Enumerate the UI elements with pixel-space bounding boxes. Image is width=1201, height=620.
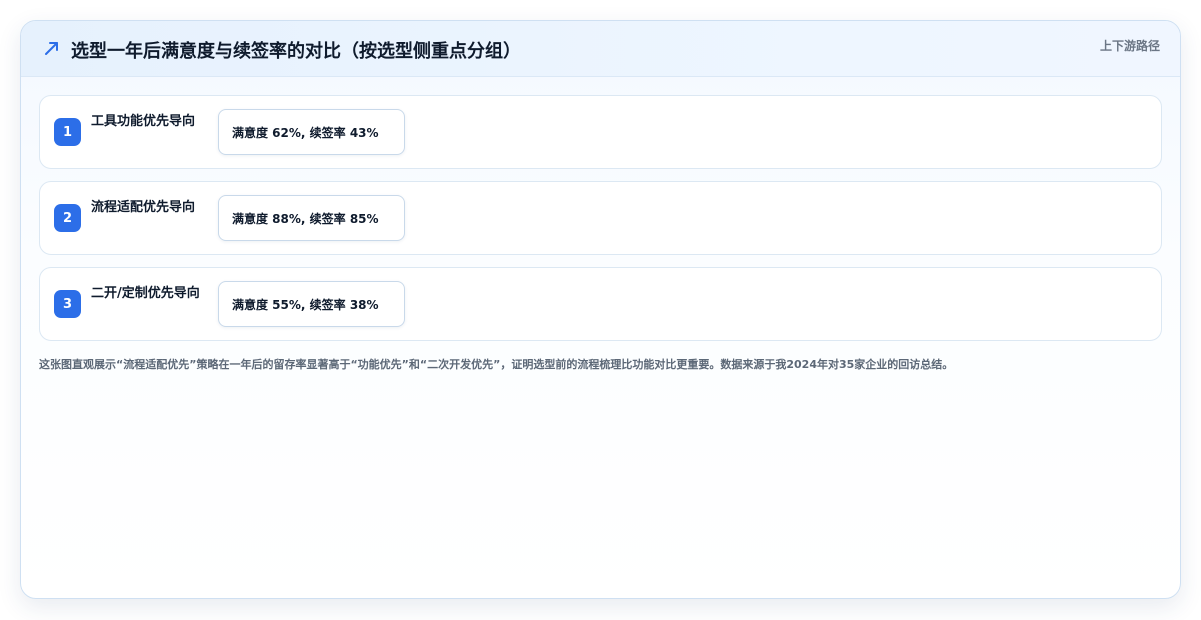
group-label: 流程适配优先导向 (91, 200, 196, 215)
path-tag: 上下游路径 (1099, 39, 1160, 53)
group-row-custom-first: 3 二开/定制优先导向 满意度 55%, 续签率 38% (39, 267, 1162, 341)
metric-value: 满意度 88%, 续签率 85% (218, 195, 405, 241)
group-label: 工具功能优先导向 (91, 114, 196, 129)
index-badge: 2 (54, 204, 81, 232)
index-badge: 1 (54, 118, 81, 146)
metric-value: 满意度 55%, 续签率 38% (218, 281, 405, 327)
group-list: 1 工具功能优先导向 满意度 62%, 续签率 43% 2 流程适配优先导向 满… (39, 95, 1162, 353)
group-row-tool-first: 1 工具功能优先导向 满意度 62%, 续签率 43% (39, 95, 1162, 169)
metric-value: 满意度 62%, 续签率 43% (218, 109, 405, 155)
summary-note: 这张图直观展示“流程适配优先”策略在一年后的留存率显著高于“功能优先”和“二次开… (39, 358, 954, 371)
index-badge: 3 (54, 290, 81, 318)
group-label: 二开/定制优先导向 (91, 286, 200, 301)
page-title: 选型一年后满意度与续签率的对比（按选型侧重点分组） (71, 41, 521, 62)
card-header: 选型一年后满意度与续签率的对比（按选型侧重点分组） 上下游路径 (21, 21, 1180, 77)
group-row-process-first: 2 流程适配优先导向 满意度 88%, 续签率 85% (39, 181, 1162, 255)
trend-arrow-icon (45, 42, 58, 55)
comparison-card: 选型一年后满意度与续签率的对比（按选型侧重点分组） 上下游路径 1 工具功能优先… (20, 20, 1181, 599)
